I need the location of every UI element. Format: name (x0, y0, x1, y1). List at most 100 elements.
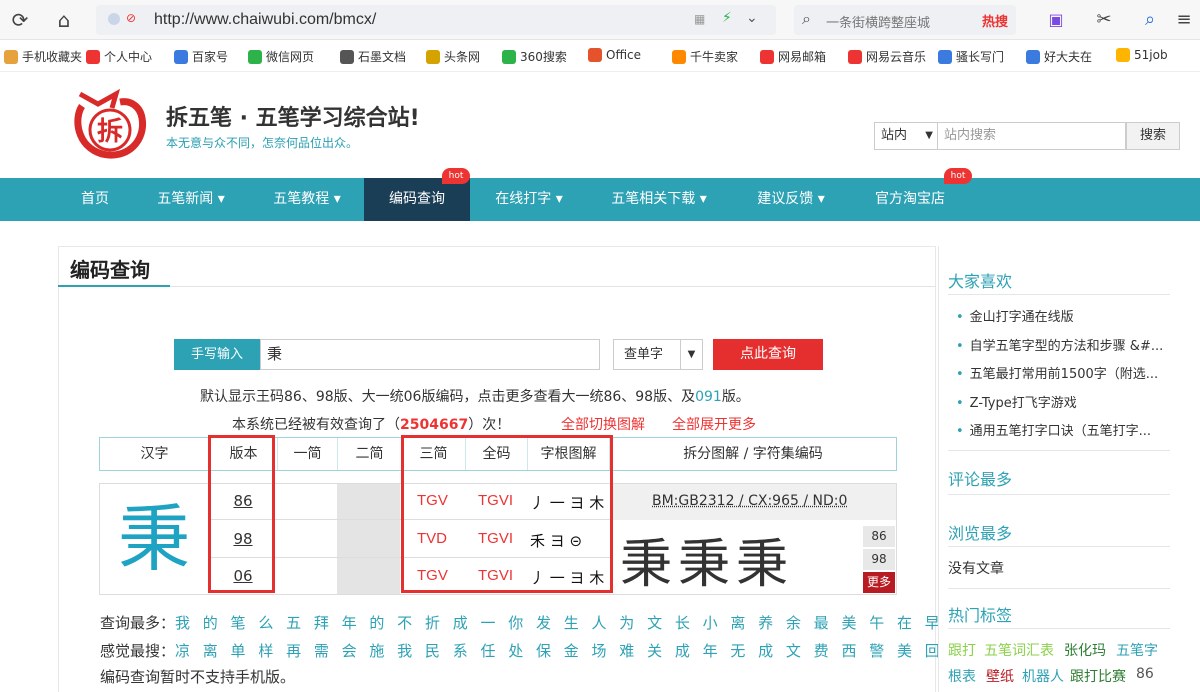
tag-link[interactable]: 五笔字 (1116, 640, 1158, 660)
bookmark-icon (1026, 49, 1040, 64)
nav-tutorials[interactable]: 五笔教程 ▾ (254, 178, 360, 221)
nav-code-lookup[interactable]: 编码查询 (364, 178, 470, 221)
handwrite-button[interactable]: 手写输入 (174, 339, 260, 370)
browser-toolbar: ⟳ ⌂ ⊘ http://www.chaiwubi.com/bmcx/ ▦ ⚡ … (0, 0, 1200, 40)
nav-home[interactable]: 首页 (62, 178, 128, 221)
bookmark-icon (340, 49, 354, 64)
bookmark-icon (248, 49, 262, 64)
site-icon (108, 13, 120, 25)
tag-link[interactable]: 机器人 (1022, 666, 1064, 686)
logo-char: 拆 (97, 117, 123, 147)
tag-link[interactable]: 跟打 (948, 640, 976, 660)
bookmark-item[interactable]: 手机收藏夹 (4, 48, 82, 65)
bookmark-item[interactable]: 360搜索 (502, 48, 567, 65)
main-nav: 首页 五笔新闻 ▾ 五笔教程 ▾ 编码查询 在线打字 ▾ 五笔相关下载 ▾ 建议… (0, 168, 1200, 221)
page-title: 编码查询 (70, 258, 150, 282)
bookmark-item[interactable]: 千牛卖家 (672, 48, 738, 65)
likes-title: 大家喜欢 (948, 272, 1013, 291)
url-text: http://www.chaiwubi.com/bmcx/ (154, 11, 377, 28)
tag-link[interactable]: 壁纸 (986, 666, 1014, 686)
result-character: 秉 (117, 497, 190, 581)
chevron-down-icon: ▼ (925, 130, 933, 141)
tag-link[interactable]: 根表 (948, 666, 976, 686)
comments-title: 评论最多 (948, 470, 1013, 489)
reload-icon[interactable]: ⟳ (8, 8, 32, 32)
site-title[interactable]: 拆五笔 · 五笔学习综合站! (166, 100, 420, 132)
tag-link[interactable]: 86 (1136, 666, 1154, 682)
title-underline (58, 285, 170, 287)
reader-icon[interactable]: ▦ (694, 12, 705, 26)
version-091-link[interactable]: 091 (695, 389, 722, 405)
bookmark-item[interactable]: 石墨文档 (340, 48, 406, 65)
mode-select[interactable]: 查单字 ▼ (613, 339, 703, 370)
expand-all-link[interactable]: 全部展开更多 (672, 414, 756, 434)
likes-item[interactable]: Z-Type打飞字游戏 (956, 392, 1077, 411)
header-jian2: 二简 (338, 438, 402, 470)
tag-link[interactable]: 跟打比赛 (1070, 666, 1126, 686)
bookmark-item[interactable]: 微信网页 (248, 48, 314, 65)
site-logo[interactable]: 拆 (72, 88, 152, 160)
divider (948, 628, 1170, 629)
bookmark-item[interactable]: 网易邮箱 (760, 48, 826, 65)
bookmark-item[interactable]: 网易云音乐 (848, 48, 926, 65)
highlight-codes (401, 435, 613, 593)
more-button[interactable]: 更多 (863, 572, 895, 593)
bookmark-icon (4, 49, 18, 64)
divider (948, 294, 1170, 295)
hot-search-label[interactable]: 热搜 (982, 11, 1008, 30)
search-placeholder: 一条街横跨整座城 (826, 16, 931, 31)
address-bar[interactable]: ⊘ http://www.chaiwubi.com/bmcx/ ▦ ⚡ ⌄ (96, 5, 776, 35)
speed-icon[interactable]: ⚡ (722, 10, 732, 26)
likes-item[interactable]: 自学五笔字型的方法和步骤 &#... (956, 335, 1164, 354)
tag-86[interactable]: 86 (863, 526, 895, 547)
nav-downloads[interactable]: 五笔相关下载 ▾ (594, 178, 724, 221)
nav-feedback[interactable]: 建议反馈 ▾ (738, 178, 844, 221)
no-article: 没有文章 (948, 561, 1004, 577)
nav-news[interactable]: 五笔新闻 ▾ (138, 178, 244, 221)
likes-item[interactable]: 通用五笔打字口诀（五笔打字... (956, 420, 1151, 439)
tag-98[interactable]: 98 (863, 549, 895, 570)
character-input[interactable]: 秉 (260, 339, 600, 370)
bookmark-icon (938, 49, 952, 64)
divider (948, 450, 1170, 451)
query-button[interactable]: 点此查询 (713, 339, 823, 370)
tags-title: 热门标签 (948, 606, 1013, 625)
query-count: 本系统已经被有效查询了（2504667）次！ (232, 417, 511, 433)
default-info: 默认显示王码86、98版、大一统06版编码，点击更多查看大一统86、98版、及0… (200, 389, 750, 405)
bookmark-icon (174, 49, 188, 64)
chevron-down-icon: ▼ (680, 340, 702, 369)
jian2-column (337, 484, 400, 594)
home-icon[interactable]: ⌂ (52, 8, 76, 32)
bookmark-item[interactable]: 百家号 (174, 48, 228, 65)
nav-taobao[interactable]: 官方淘宝店 (860, 178, 960, 221)
count-value: 2504667 (400, 417, 469, 433)
site-search-input[interactable]: 站内搜索 (938, 122, 1126, 150)
browser-search[interactable]: ⌕ 一条街横跨整座城 热搜 (794, 5, 1016, 35)
tag-link[interactable]: 五笔词汇表 (984, 640, 1054, 660)
bookmark-item[interactable]: 骚长写门 (938, 48, 1004, 65)
scissors-icon[interactable]: ✂ (1092, 8, 1116, 32)
charset-info: BM:GB2312 / CX:965 / ND:0 (652, 493, 848, 509)
bookmark-item[interactable]: 好大夫在 (1026, 48, 1092, 65)
extension-icon[interactable]: ▣ (1044, 8, 1068, 32)
bookmark-icon (672, 49, 686, 64)
bookmark-icon (426, 49, 440, 64)
search-icon[interactable]: ⌕ (1138, 8, 1162, 32)
likes-item[interactable]: 五笔最打常用前1500字（附选... (956, 363, 1158, 382)
bookmark-item[interactable]: 51job (1116, 48, 1168, 62)
views-title: 浏览最多 (948, 524, 1013, 543)
search-scope-select[interactable]: 站内 ▼ (874, 122, 938, 150)
bookmark-item[interactable]: Office (588, 48, 641, 62)
bookmark-icon (760, 49, 774, 64)
site-search-button[interactable]: 搜索 (1126, 122, 1180, 150)
nav-typing[interactable]: 在线打字 ▾ (476, 178, 582, 221)
menu-icon[interactable]: ≡ (1172, 8, 1196, 32)
switch-all-link[interactable]: 全部切换图解 (561, 414, 645, 434)
likes-item[interactable]: 金山打字通在线版 (956, 306, 1074, 325)
bookmark-item[interactable]: 头条网 (426, 48, 480, 65)
bookmark-item[interactable]: 个人中心 (86, 48, 152, 65)
chevron-down-icon[interactable]: ⌄ (746, 10, 758, 26)
header-split: 拆分图解 / 字符集编码 (683, 446, 823, 462)
tag-link[interactable]: 张化玛 (1064, 640, 1106, 660)
bookmark-icon (86, 49, 100, 64)
